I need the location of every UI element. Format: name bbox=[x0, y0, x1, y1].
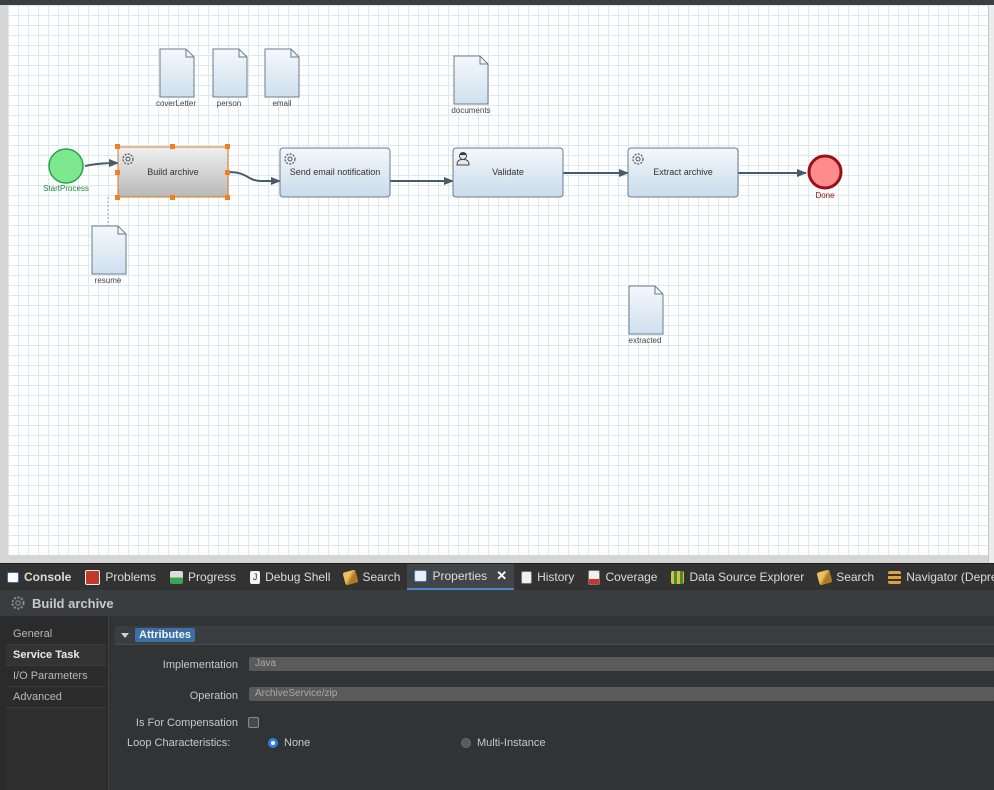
loop-none-radio[interactable] bbox=[268, 738, 278, 748]
start-event-label: StartProcess bbox=[43, 184, 89, 193]
task-label: Build archive bbox=[147, 167, 199, 177]
data-object-person[interactable]: person bbox=[212, 48, 248, 108]
tab-progress[interactable]: Progress bbox=[163, 564, 243, 590]
views-tab-bar: Console Problems Progress J Debug Shell … bbox=[0, 563, 994, 591]
tab-data-source-explorer[interactable]: Data Source Explorer bbox=[664, 564, 811, 590]
data-source-icon bbox=[671, 570, 685, 584]
nav-io-parameters[interactable]: I/O Parameters bbox=[6, 666, 106, 687]
progress-icon bbox=[170, 570, 184, 584]
loop-label: Loop Characteristics: bbox=[127, 737, 231, 749]
bpmn-diagram: StartProcess Done Build archive Send ema… bbox=[43, 48, 843, 345]
operation-label: Operation bbox=[189, 690, 238, 702]
data-object-label: coverLetter bbox=[156, 99, 196, 108]
task-send-email-notification[interactable]: Send email notification bbox=[279, 147, 391, 198]
loop-none-label: None bbox=[284, 737, 311, 749]
collapse-triangle-icon[interactable] bbox=[121, 632, 129, 638]
data-object-label: documents bbox=[451, 106, 490, 115]
diagram-editor: StartProcess Done Build archive Send ema… bbox=[0, 5, 994, 563]
tab-search[interactable]: Search bbox=[337, 564, 407, 590]
bpmn-canvas[interactable]: StartProcess Done Build archive Send ema… bbox=[8, 5, 988, 555]
implementation-field[interactable]: Java bbox=[249, 657, 994, 671]
problems-icon bbox=[85, 569, 101, 585]
data-object-coverletter[interactable]: coverLetter bbox=[156, 48, 196, 108]
console-icon bbox=[7, 571, 19, 583]
tab-problems[interactable]: Problems bbox=[78, 564, 163, 590]
data-object-email[interactable]: email bbox=[264, 48, 300, 108]
compensation-label: Is For Compensation bbox=[135, 717, 238, 729]
end-event[interactable]: Done bbox=[807, 154, 843, 200]
end-event-label: Done bbox=[815, 191, 835, 200]
loop-multi-instance-label: Multi-Instance bbox=[477, 737, 546, 749]
data-object-documents[interactable]: documents bbox=[451, 55, 491, 115]
coverage-icon bbox=[588, 569, 601, 585]
tab-debug-shell[interactable]: J Debug Shell bbox=[243, 564, 337, 590]
properties-header: Build archive bbox=[0, 590, 994, 616]
debug-shell-icon: J bbox=[250, 570, 261, 584]
history-icon bbox=[521, 570, 533, 584]
task-label: Validate bbox=[492, 167, 524, 177]
gear-icon bbox=[11, 596, 25, 610]
tab-properties[interactable]: Properties ✕ bbox=[407, 564, 515, 590]
data-object-label: email bbox=[272, 99, 291, 108]
attributes-section-header[interactable]: Attributes bbox=[115, 626, 994, 645]
nav-empty-area bbox=[6, 708, 106, 790]
operation-field[interactable]: ArchiveService/zip bbox=[249, 687, 994, 701]
tab-console[interactable]: Console bbox=[0, 564, 78, 590]
nav-general[interactable]: General bbox=[6, 624, 106, 645]
task-extract-archive[interactable]: Extract archive bbox=[627, 147, 739, 198]
section-title: Attributes bbox=[135, 628, 195, 642]
canvas-scrollbar[interactable] bbox=[988, 5, 994, 563]
data-object-label: resume bbox=[95, 276, 122, 285]
nav-advanced[interactable]: Advanced bbox=[6, 687, 106, 708]
tab-coverage[interactable]: Coverage bbox=[581, 564, 664, 590]
data-object-resume[interactable]: resume bbox=[91, 225, 127, 285]
data-object-label: extracted bbox=[629, 336, 662, 345]
properties-content: Attributes Implementation Java Operation… bbox=[108, 616, 994, 790]
properties-title: Build archive bbox=[32, 595, 114, 611]
sequence-flow[interactable] bbox=[84, 159, 119, 168]
data-object-extracted[interactable]: extracted bbox=[628, 285, 664, 345]
start-event[interactable]: StartProcess bbox=[43, 148, 89, 193]
tab-history[interactable]: History bbox=[514, 564, 581, 590]
search-icon bbox=[342, 569, 359, 585]
task-label: Extract archive bbox=[653, 167, 713, 177]
task-validate[interactable]: Validate bbox=[452, 147, 564, 198]
navigator-icon bbox=[888, 570, 902, 584]
search-icon bbox=[816, 569, 833, 585]
nav-service-task[interactable]: Service Task bbox=[6, 645, 106, 666]
close-icon[interactable]: ✕ bbox=[496, 568, 507, 584]
sequence-flow[interactable] bbox=[227, 171, 281, 185]
loop-multi-instance-radio[interactable] bbox=[461, 738, 471, 748]
tab-search-2[interactable]: Search bbox=[811, 564, 881, 590]
compensation-checkbox[interactable] bbox=[248, 717, 259, 728]
data-object-label: person bbox=[217, 99, 241, 108]
task-build-archive[interactable]: Build archive bbox=[115, 144, 230, 200]
implementation-label: Implementation bbox=[162, 659, 238, 671]
properties-icon bbox=[414, 570, 428, 582]
properties-nav: General Service Task I/O Parameters Adva… bbox=[6, 624, 106, 790]
task-label: Send email notification bbox=[290, 167, 381, 177]
tab-navigator[interactable]: Navigator (Deprecated) bbox=[881, 564, 994, 590]
